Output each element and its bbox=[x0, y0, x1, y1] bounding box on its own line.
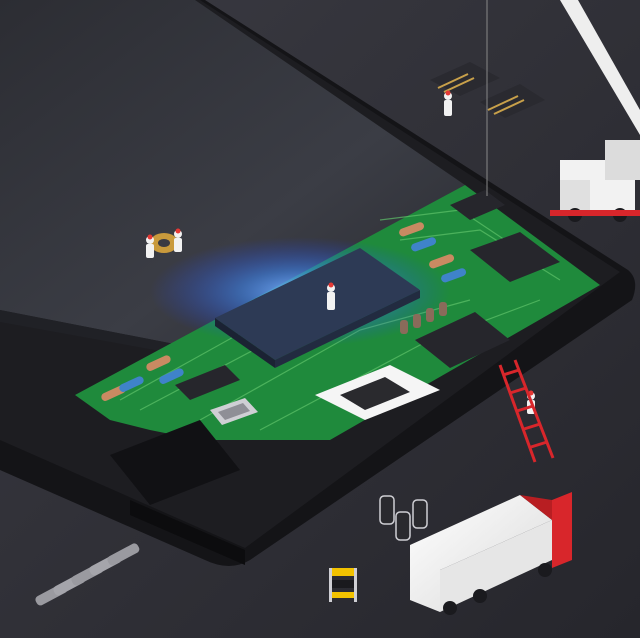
power-bank-scene bbox=[0, 0, 640, 638]
inductor-coil-icon bbox=[150, 233, 178, 253]
safety-barrier-icon bbox=[329, 568, 357, 602]
